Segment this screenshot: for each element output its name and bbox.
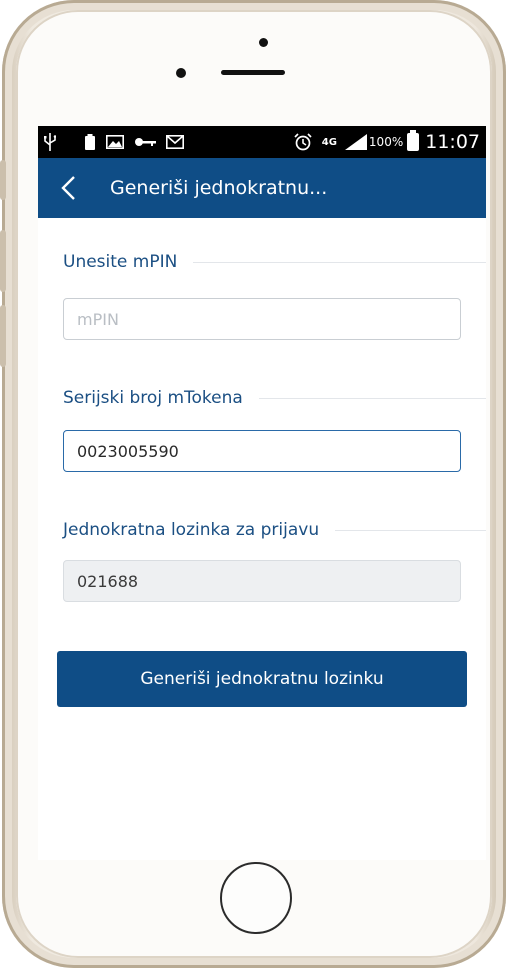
network-type: 4G	[321, 136, 337, 148]
otp-value: 021688	[77, 571, 139, 591]
generate-otp-button[interactable]: Generiši jednokratnu lozinku	[57, 651, 467, 707]
phone-screen: 4G 100% 11:07 Generiši jednokratnu... Un…	[38, 126, 486, 860]
clock: 11:07	[425, 131, 480, 153]
status-bar: 4G 100% 11:07	[38, 126, 486, 158]
serial-section: Serijski broj mTokena	[63, 388, 486, 408]
mpin-input[interactable]	[77, 309, 447, 329]
phone-speaker	[221, 70, 285, 75]
key-icon	[134, 137, 156, 147]
phone-volume-up-button	[0, 230, 6, 292]
otp-field: 021688	[63, 560, 461, 602]
signal-icon	[344, 134, 367, 150]
serial-field[interactable]	[63, 430, 461, 472]
serial-input[interactable]	[77, 441, 447, 461]
divider	[335, 529, 486, 531]
phone-side-button	[0, 160, 6, 200]
home-button[interactable]	[220, 862, 292, 934]
phone-volume-down-button	[0, 305, 6, 367]
battery-saver-icon	[84, 133, 96, 151]
phone-front-camera	[259, 38, 268, 47]
divider	[193, 261, 486, 263]
chevron-left-icon	[61, 176, 75, 200]
page-title: Generiši jednokratnu...	[110, 177, 328, 199]
usb-icon	[44, 133, 56, 151]
mail-icon	[166, 135, 184, 149]
divider	[258, 397, 486, 399]
otp-label: Jednokratna lozinka za prijavu	[63, 520, 320, 540]
gallery-icon	[106, 135, 124, 149]
otp-section: Jednokratna lozinka za prijavu	[63, 520, 486, 540]
generate-otp-label: Generiši jednokratnu lozinku	[140, 669, 384, 689]
serial-label: Serijski broj mTokena	[63, 388, 243, 408]
alarm-icon	[294, 133, 312, 151]
battery-icon	[407, 130, 420, 151]
back-button[interactable]	[38, 158, 98, 218]
phone-sensor	[176, 68, 186, 78]
mpin-field[interactable]	[63, 298, 461, 340]
battery-percent: 100%	[368, 135, 404, 149]
app-bar: Generiši jednokratnu...	[38, 158, 486, 218]
mpin-label: Unesite mPIN	[63, 252, 178, 272]
mpin-section: Unesite mPIN	[63, 252, 486, 272]
form: Unesite mPIN Serijski broj mTokena Jedno…	[38, 252, 486, 707]
